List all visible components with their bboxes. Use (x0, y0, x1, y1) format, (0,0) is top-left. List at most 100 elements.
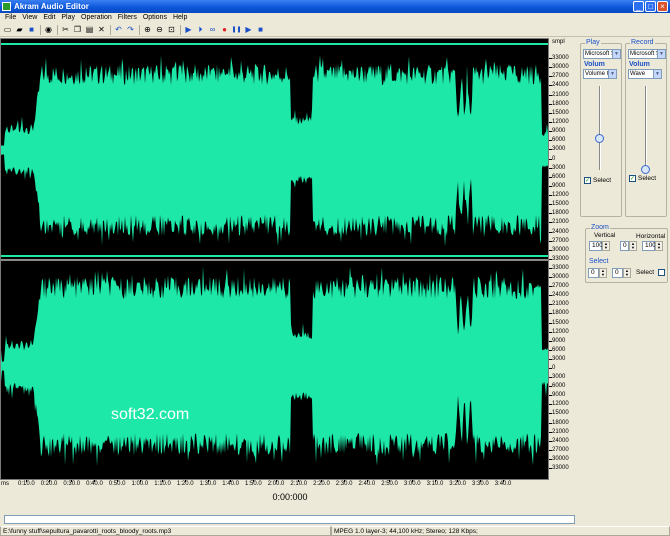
redo-icon[interactable]: ↷ (125, 24, 136, 35)
play-device-value: Microsoft S (585, 51, 616, 57)
play-icon[interactable]: ▶ (183, 24, 194, 35)
time-tick-label: 2:10.0 (290, 481, 308, 487)
time-tick-label: 0:20.0 (40, 481, 58, 487)
record-volume-thumb[interactable] (641, 165, 650, 174)
play-volume-label: Volum (584, 61, 605, 68)
zoom-vertical-spinner[interactable]: ▲ ▼ (602, 241, 610, 251)
play-volume-thumb[interactable] (595, 134, 604, 143)
zoom-horizontal-input[interactable]: 100 (642, 241, 656, 251)
pause-icon[interactable]: ❚❚ (231, 24, 242, 35)
amplitude-tick-label: 0 (552, 155, 556, 162)
menu-edit[interactable]: Edit (40, 13, 58, 23)
stop-icon[interactable]: ■ (255, 24, 266, 35)
cut-icon[interactable]: ✂ (60, 24, 71, 35)
horizontal-scrollbar[interactable] (4, 515, 575, 524)
copy-icon[interactable]: ❐ (72, 24, 83, 35)
zoom-horizontal-spinner[interactable]: ▲ ▼ (655, 241, 663, 251)
left-channel-waveform[interactable] (1, 43, 548, 247)
play-device-select[interactable]: Microsoft S ▼ (583, 49, 621, 59)
play-select-checkbox[interactable]: ✓ (584, 177, 591, 184)
select-end-input[interactable]: 0 (612, 268, 623, 278)
amplitude-tick-label: 27000 (552, 446, 569, 453)
maximize-button[interactable]: □ (645, 1, 656, 12)
menu-help[interactable]: Help (170, 13, 190, 23)
record-select-checkbox[interactable]: ✓ (629, 175, 636, 182)
select-checkbox[interactable] (658, 269, 665, 276)
menu-operation[interactable]: Operation (78, 13, 115, 23)
left-channel-envelope (1, 55, 548, 247)
undo-icon[interactable]: ↶ (113, 24, 124, 35)
right-channel-top-border (1, 255, 548, 257)
play-volume-select[interactable]: Volume C ▼ (583, 69, 617, 79)
time-tick (26, 480, 27, 482)
amplitude-tick (549, 295, 552, 297)
amplitude-tick-label: 12000 (552, 118, 569, 125)
amplitude-tick (549, 440, 552, 442)
amplitude-tick-label: 15000 (552, 201, 569, 208)
paste-icon[interactable]: ▤ (84, 24, 95, 35)
zoom-vertical-zero-input[interactable]: 0 (620, 241, 629, 251)
zoom-out-icon[interactable]: ⊖ (154, 24, 165, 35)
amplitude-tick (549, 340, 552, 342)
toolbar-separator (40, 24, 41, 35)
zoom-horizontal-label: Horizontal (636, 233, 666, 240)
zoom-vertical-zero-spinner[interactable]: ▲ ▼ (629, 241, 637, 251)
menu-view[interactable]: View (19, 13, 40, 23)
play-from-start-icon[interactable]: ⏵ (195, 24, 206, 35)
properties-icon[interactable]: ◉ (43, 24, 54, 35)
save-icon[interactable]: ■ (26, 24, 37, 35)
amplitude-tick-label: 6000 (552, 346, 566, 353)
menu-play[interactable]: Play (58, 13, 78, 23)
zoom-in-icon[interactable]: ⊕ (142, 24, 153, 35)
record-icon[interactable]: ● (219, 24, 230, 35)
select-start-input[interactable]: 0 (588, 268, 599, 278)
amplitude-tick (549, 422, 552, 424)
menu-filters[interactable]: Filters (115, 13, 140, 23)
amplitude-tick-label: 33000 (552, 265, 569, 271)
amplitude-tick (549, 222, 552, 224)
play-selection-icon[interactable]: ▶ (243, 24, 254, 35)
select-panel: Select 0 ▲ ▼ 0 ▲ ▼ Select (585, 258, 668, 284)
new-file-icon[interactable]: ▭ (2, 24, 13, 35)
loop-icon[interactable]: ∞ (207, 24, 218, 35)
time-tick-label: 0:50.0 (108, 481, 126, 487)
toolbar-separator (139, 24, 140, 35)
amplitude-tick-label: 3000 (552, 164, 566, 171)
menu-file[interactable]: File (2, 13, 19, 23)
record-volume-select[interactable]: Wave ▼ (628, 69, 662, 79)
open-folder-icon[interactable]: ▰ (14, 24, 25, 35)
time-tick (71, 480, 73, 482)
waveform-display[interactable]: soft32.com (0, 38, 549, 480)
select-end-spinner[interactable]: ▲ ▼ (623, 268, 631, 278)
menu-options[interactable]: Options (140, 13, 170, 23)
amplitude-tick (549, 259, 552, 260)
amplitude-tick (549, 458, 552, 460)
amplitude-tick (549, 76, 552, 78)
record-volume-slider[interactable] (645, 86, 647, 170)
delete-icon[interactable]: ✕ (96, 24, 107, 35)
amplitude-tick (549, 213, 552, 215)
amplitude-tick (549, 368, 552, 369)
zoom-selection-icon[interactable]: ⊡ (166, 24, 177, 35)
time-axis: ms 0:10.0 0:20.0 0:30.0 0:40.0 0:50.0 1:00.0 1:… (0, 480, 549, 490)
select-start-spinner[interactable]: ▲ ▼ (599, 268, 607, 278)
close-button[interactable]: × (657, 1, 668, 12)
app-icon (2, 2, 11, 11)
time-tick-label: 3:10.0 (426, 481, 444, 487)
minimize-button[interactable]: _ (633, 1, 644, 12)
play-volume-slider[interactable] (599, 86, 601, 170)
zoom-vertical-input[interactable]: 100 (589, 241, 603, 251)
scale-header: smpl (552, 39, 565, 45)
amplitude-tick (549, 149, 552, 151)
time-tick (366, 480, 368, 482)
waveform-canvas[interactable]: soft32.com (1, 39, 548, 479)
time-tick-label: 3:00.0 (403, 481, 421, 487)
time-tick-label: 0:40.0 (86, 481, 103, 487)
time-tick (502, 480, 504, 482)
record-device-select[interactable]: Microsoft S ▼ (628, 49, 666, 59)
amplitude-tick-label: 24000 (552, 292, 569, 299)
play-panel-title: Play (585, 39, 601, 46)
right-channel-waveform[interactable] (1, 255, 548, 467)
time-tick-label: 2:40.0 (358, 481, 376, 487)
time-tick-label: 1:00.0 (131, 481, 149, 487)
